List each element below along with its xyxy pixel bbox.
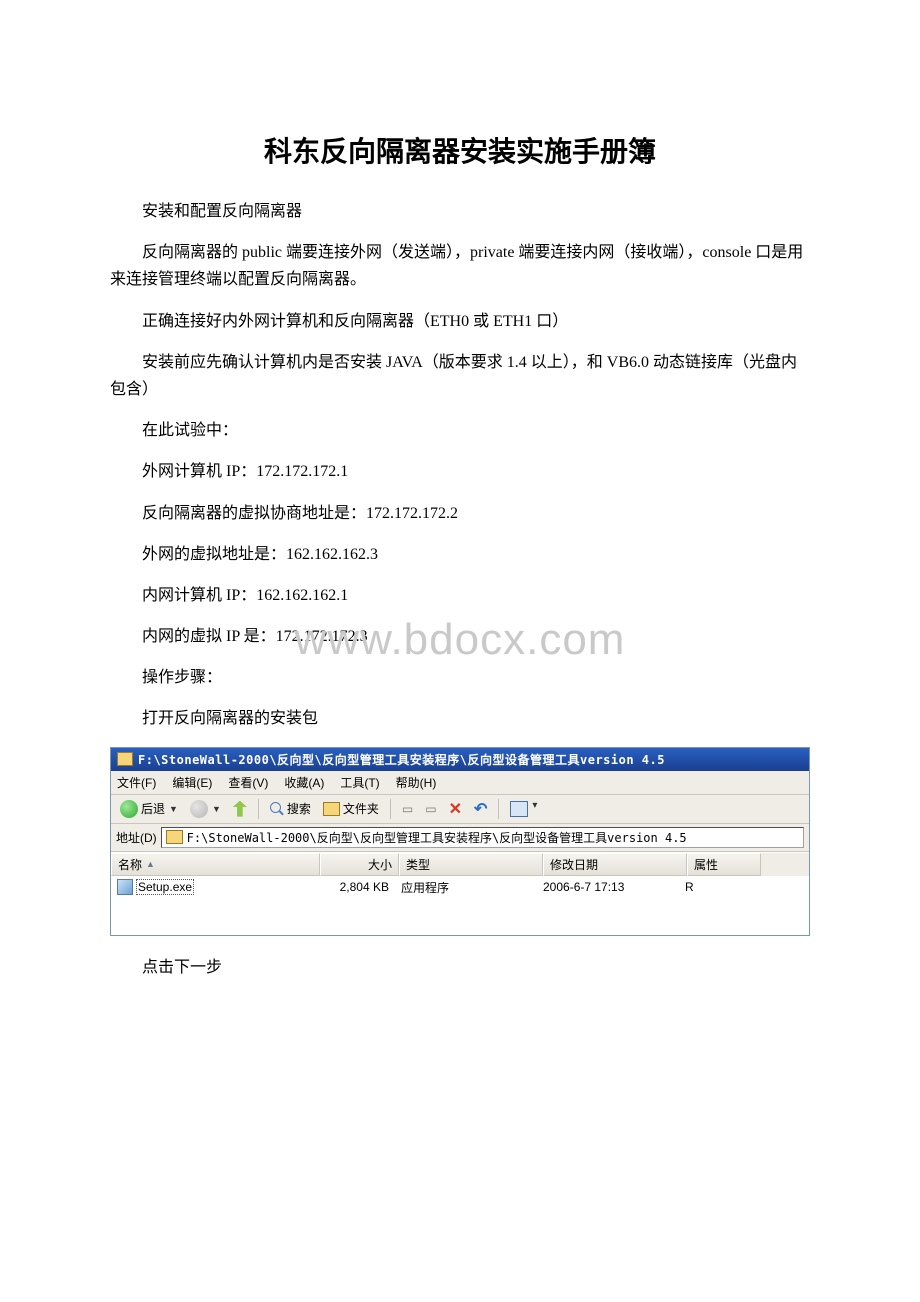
separator bbox=[390, 799, 391, 819]
paragraph: 外网计算机 IP：172.172.172.1 bbox=[110, 458, 810, 485]
sort-asc-icon: ▲ bbox=[146, 859, 155, 869]
file-row[interactable]: Setup.exe 2,804 KB 应用程序 2006-6-7 17:13 R bbox=[111, 878, 809, 897]
toolbar: 后退 ▼ ▼ 搜索 文件夹 ▭ ▭ ✕ ↶ bbox=[111, 795, 809, 824]
separator bbox=[498, 799, 499, 819]
address-label: 地址(D) bbox=[116, 829, 157, 846]
paragraph: 操作步骤： bbox=[110, 664, 810, 691]
file-date: 2006-6-7 17:13 bbox=[537, 879, 679, 895]
views-icon bbox=[510, 801, 528, 817]
file-name: Setup.exe bbox=[136, 879, 194, 895]
paragraph: 安装和配置反向隔离器 bbox=[110, 198, 810, 225]
paragraph: 点击下一步 bbox=[110, 954, 810, 981]
back-label: 后退 bbox=[141, 800, 165, 817]
window-titlebar: F:\StoneWall-2000\反向型\反向型管理工具安装程序\反向型设备管… bbox=[111, 748, 809, 771]
menu-tools[interactable]: 工具(T) bbox=[340, 774, 379, 791]
header-name-label: 名称 bbox=[118, 856, 142, 873]
menu-bar: 文件(F) 编辑(E) 查看(V) 收藏(A) 工具(T) 帮助(H) bbox=[111, 771, 809, 795]
move-to-button[interactable]: ▭ bbox=[399, 801, 416, 817]
explorer-window: F:\StoneWall-2000\反向型\反向型管理工具安装程序\反向型设备管… bbox=[110, 747, 810, 936]
views-button[interactable] bbox=[507, 800, 531, 818]
chevron-down-icon: ▼ bbox=[169, 804, 178, 814]
menu-help[interactable]: 帮助(H) bbox=[396, 774, 437, 791]
search-label: 搜索 bbox=[287, 800, 311, 817]
forward-button[interactable]: ▼ bbox=[187, 799, 224, 819]
folders-button[interactable]: 文件夹 bbox=[320, 799, 382, 818]
search-button[interactable]: 搜索 bbox=[267, 799, 314, 818]
paragraph: 在此试验中： bbox=[110, 417, 810, 444]
column-headers: 名称 ▲ 大小 类型 修改日期 属性 bbox=[111, 852, 809, 876]
menu-file[interactable]: 文件(F) bbox=[117, 774, 156, 791]
search-icon bbox=[270, 802, 284, 816]
folders-label: 文件夹 bbox=[343, 800, 379, 817]
file-attr: R bbox=[679, 879, 751, 895]
up-icon bbox=[233, 801, 247, 817]
file-size: 2,804 KB bbox=[318, 879, 395, 895]
paragraph: 打开反向隔离器的安装包 bbox=[110, 705, 810, 732]
paragraph: 内网的虚拟 IP 是：172.172.172.3 bbox=[110, 623, 810, 650]
paragraph: 反向隔离器的 public 端要连接外网（发送端），private 端要连接内网… bbox=[110, 239, 810, 293]
address-bar: 地址(D) F:\StoneWall-2000\反向型\反向型管理工具安装程序\… bbox=[111, 824, 809, 852]
menu-favorites[interactable]: 收藏(A) bbox=[284, 774, 324, 791]
document-title: 科东反向隔离器安装实施手册簿 bbox=[110, 130, 810, 170]
folder-icon bbox=[323, 802, 340, 816]
folder-icon bbox=[166, 830, 183, 844]
chevron-down-icon: ▼ bbox=[212, 804, 221, 814]
up-button[interactable] bbox=[230, 800, 250, 818]
header-name[interactable]: 名称 ▲ bbox=[111, 853, 320, 876]
header-attr[interactable]: 属性 bbox=[687, 853, 761, 876]
paragraph: 反向隔离器的虚拟协商地址是：172.172.172.2 bbox=[110, 500, 810, 527]
separator bbox=[258, 799, 259, 819]
address-field[interactable]: F:\StoneWall-2000\反向型\反向型管理工具安装程序\反向型设备管… bbox=[161, 827, 804, 848]
header-size[interactable]: 大小 bbox=[320, 853, 399, 876]
forward-icon bbox=[190, 800, 208, 818]
menu-edit[interactable]: 编辑(E) bbox=[172, 774, 212, 791]
exe-icon bbox=[117, 879, 133, 895]
window-title-text: F:\StoneWall-2000\反向型\反向型管理工具安装程序\反向型设备管… bbox=[138, 751, 665, 768]
folder-icon bbox=[117, 752, 133, 766]
delete-button[interactable]: ✕ bbox=[446, 798, 465, 820]
back-icon bbox=[120, 800, 138, 818]
address-value: F:\StoneWall-2000\反向型\反向型管理工具安装程序\反向型设备管… bbox=[187, 829, 687, 846]
header-date[interactable]: 修改日期 bbox=[543, 853, 687, 876]
copy-to-button[interactable]: ▭ bbox=[422, 801, 439, 817]
undo-button[interactable]: ↶ bbox=[471, 798, 490, 820]
file-list: Setup.exe 2,804 KB 应用程序 2006-6-7 17:13 R bbox=[111, 876, 809, 935]
back-button[interactable]: 后退 ▼ bbox=[117, 799, 181, 819]
menu-view[interactable]: 查看(V) bbox=[228, 774, 268, 791]
paragraph: 安装前应先确认计算机内是否安装 JAVA（版本要求 1.4 以上），和 VB6.… bbox=[110, 349, 810, 403]
paragraph: 正确连接好内外网计算机和反向隔离器（ETH0 或 ETH1 口） bbox=[110, 308, 810, 335]
paragraph: 内网计算机 IP：162.162.162.1 bbox=[110, 582, 810, 609]
header-type[interactable]: 类型 bbox=[399, 853, 543, 876]
file-type: 应用程序 bbox=[395, 878, 537, 897]
paragraph: 外网的虚拟地址是：162.162.162.3 bbox=[110, 541, 810, 568]
